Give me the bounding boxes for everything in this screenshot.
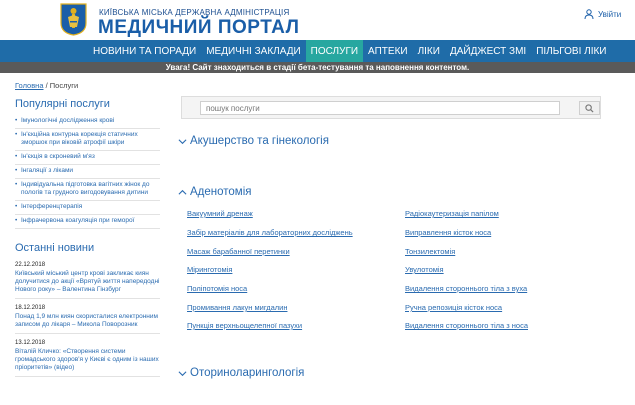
popular-services-title: Популярні послуги	[15, 98, 110, 110]
search-button[interactable]	[579, 101, 600, 115]
nav-benefit-medicines[interactable]: ПІЛЬГОВІ ЛІКИ	[531, 40, 611, 62]
news-date: 18.12.2018	[15, 305, 46, 311]
chevron-down-icon	[178, 138, 187, 144]
chevron-up-icon	[178, 189, 187, 195]
service-search-input[interactable]	[200, 101, 560, 115]
nav-institutions[interactable]: МЕДИЧНІ ЗАКЛАДИ	[201, 40, 305, 62]
news-item: 22.12.2018 Київський міський центр крові…	[15, 262, 160, 299]
main-nav: НОВИНИ ТА ПОРАДИ МЕДИЧНІ ЗАКЛАДИ ПОСЛУГИ…	[0, 40, 635, 62]
news-link[interactable]: Віталій Кличко: «Створення системи грома…	[15, 348, 160, 372]
login-label: Увійти	[598, 9, 622, 19]
service-search-box	[181, 96, 601, 119]
user-icon	[584, 9, 594, 19]
category-otolaryngology[interactable]: Оториноларингологія	[178, 367, 304, 379]
popular-service-item[interactable]: Ін'єкція в скроневий м'яз	[15, 151, 160, 165]
kyiv-coat-of-arms-logo[interactable]	[60, 3, 87, 36]
popular-service-item[interactable]: Ін'єкційна контурна корекція статичних з…	[15, 129, 160, 151]
breadcrumb-current: Послуги	[49, 81, 79, 90]
popular-service-item[interactable]: Індивідуальна підготовка вагітних жінок …	[15, 179, 160, 201]
category-obstetrics[interactable]: Акушерство та гінекологія	[178, 135, 329, 147]
service-link[interactable]: Промивання лакун мигдалин	[187, 303, 287, 312]
popular-services-list: Імунологічні дослідження крові Ін'єкційн…	[15, 115, 160, 229]
service-link[interactable]: Масаж барабанної перетинки	[187, 247, 290, 256]
popular-service-item[interactable]: Інгаляції з ліками	[15, 165, 160, 179]
breadcrumb: Головна / Послуги	[15, 81, 78, 90]
service-link[interactable]: Поліпотомія носа	[187, 284, 247, 293]
service-link[interactable]: Забір матеріалів для лабораторних дослід…	[187, 228, 353, 237]
service-link[interactable]: Міринготомія	[187, 265, 232, 274]
news-link[interactable]: Понад 1,9 млн киян скористалися електрон…	[15, 313, 160, 329]
service-link[interactable]: Увулотомія	[405, 265, 444, 274]
nav-services[interactable]: ПОСЛУГИ	[305, 40, 364, 62]
breadcrumb-separator: /	[45, 81, 48, 90]
category-title: Аденотомія	[190, 186, 252, 198]
nav-news[interactable]: НОВИНИ ТА ПОРАДИ	[88, 40, 201, 62]
news-item: 13.12.2018 Віталій Кличко: «Створення си…	[15, 340, 160, 377]
administration-name: КИЇВСЬКА МІСЬКА ДЕРЖАВНА АДМІНІСТРАЦІЯ	[99, 8, 290, 17]
beta-warning-banner: Увага! Сайт знаходиться в стадії бета-те…	[0, 62, 635, 73]
popular-service-item[interactable]: Інфрачервона коагуляція при геморої	[15, 215, 160, 229]
news-link[interactable]: Київський міський центр крові закликає к…	[15, 270, 160, 294]
service-link[interactable]: Вакуумний дренаж	[187, 209, 253, 218]
nav-medicines[interactable]: ЛІКИ	[413, 40, 445, 62]
latest-news-list: 22.12.2018 Київський міський центр крові…	[15, 262, 160, 383]
search-icon	[585, 103, 594, 113]
portal-title[interactable]: МЕДИЧНИЙ ПОРТАЛ	[98, 17, 299, 39]
header: КИЇВСЬКА МІСЬКА ДЕРЖАВНА АДМІНІСТРАЦІЯ М…	[0, 0, 635, 40]
news-date: 22.12.2018	[15, 262, 46, 268]
breadcrumb-home-link[interactable]: Головна	[15, 81, 44, 90]
popular-service-item[interactable]: Інтерференцтерапія	[15, 201, 160, 215]
login-button[interactable]: Увійти	[584, 9, 621, 19]
service-link[interactable]: Тонзилектомія	[405, 247, 455, 256]
popular-service-item[interactable]: Імунологічні дослідження крові	[15, 115, 160, 129]
service-link[interactable]: Видалення стороннього тіла з вуха	[405, 284, 527, 293]
nav-pharmacies[interactable]: АПТЕКИ	[363, 40, 413, 62]
service-link[interactable]: Виправлення кісток носа	[405, 228, 491, 237]
service-link[interactable]: Радіокаутеризація папілом	[405, 209, 499, 218]
news-date: 13.12.2018	[15, 340, 46, 346]
service-link[interactable]: Пункція верхньощелепної пазухи	[187, 321, 302, 330]
service-link[interactable]: Ручна репозиція кісток носа	[405, 303, 502, 312]
category-adenotomy[interactable]: Аденотомія	[178, 186, 252, 198]
service-link[interactable]: Видалення стороннього тіла з носа	[405, 321, 528, 330]
news-item: 18.12.2018 Понад 1,9 млн киян скористали…	[15, 305, 160, 334]
category-title: Оториноларингологія	[190, 367, 305, 379]
latest-news-title: Останні новини	[15, 242, 95, 254]
chevron-down-icon	[178, 370, 187, 376]
nav-media-digest[interactable]: ДАЙДЖЕСТ ЗМІ	[445, 40, 531, 62]
category-title: Акушерство та гінекологія	[190, 135, 329, 147]
